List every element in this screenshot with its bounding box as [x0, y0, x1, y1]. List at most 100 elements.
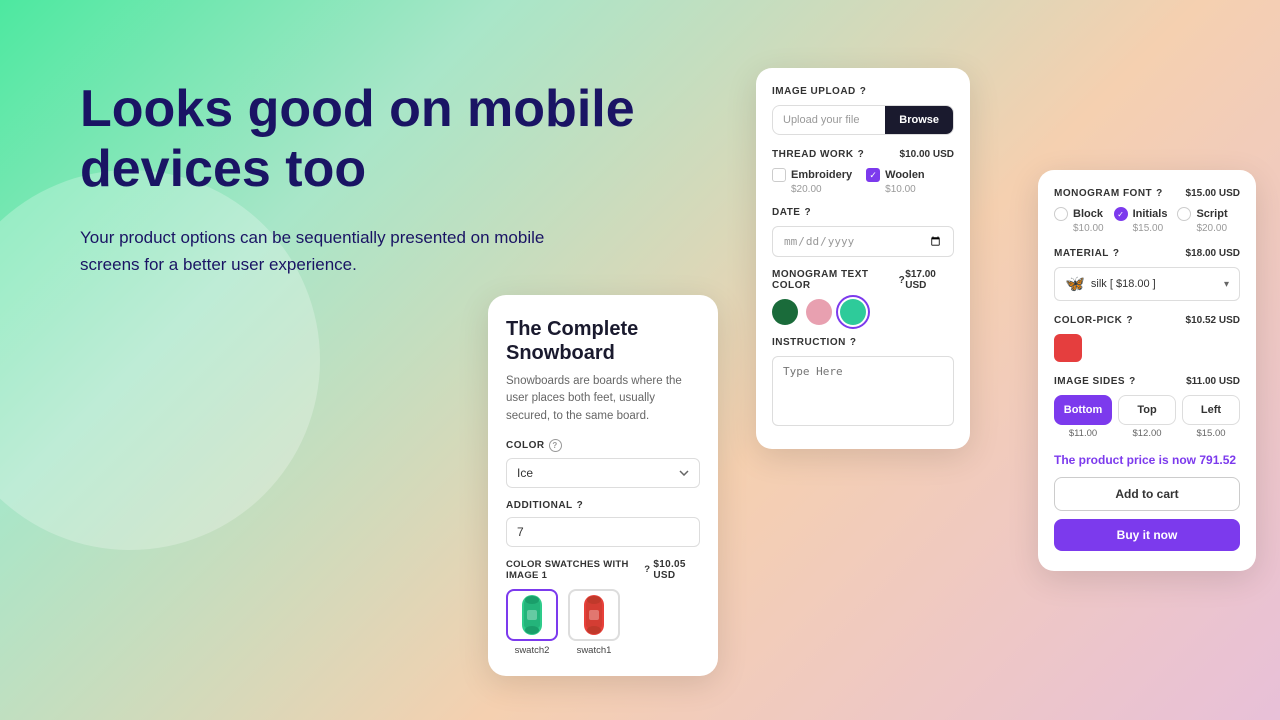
embroidery-option[interactable]: Embroidery $20.00 — [772, 168, 852, 195]
additional-label: ADDITIONAL ? — [506, 500, 700, 511]
material-select[interactable]: 🦋 silk [ $18.00 ] ▾ — [1054, 267, 1240, 301]
upload-card: IMAGE UPLOAD ? Upload your file Browse T… — [756, 68, 970, 449]
monogram-color-info-icon: ? — [899, 275, 906, 286]
monogram-font-label: MONOGRAM FONT ? — [1054, 188, 1163, 199]
color-pick-price: $10.52 USD — [1186, 315, 1240, 326]
left-button[interactable]: Left — [1182, 395, 1240, 425]
color-label: COLOR ? — [506, 439, 700, 452]
swatch-1-label: swatch2 — [515, 645, 550, 656]
swatches-row: swatch2 swatch1 — [506, 589, 700, 656]
thread-header: THREAD WORK ? $10.00 USD — [772, 149, 954, 160]
embroidery-label: Embroidery — [791, 169, 852, 181]
color-info-icon: ? — [549, 439, 562, 452]
monogram-color-header: MONOGRAM TEXT COLOR ? $17.00 USD — [772, 269, 954, 291]
swatch-item-1[interactable]: swatch2 — [506, 589, 558, 656]
color-teal-dot[interactable] — [840, 299, 866, 325]
woolen-option[interactable]: Woolen $10.00 — [866, 168, 925, 195]
material-label: MATERIAL ? — [1054, 248, 1120, 259]
instruction-textarea[interactable] — [772, 356, 954, 426]
monogram-font-info-icon: ? — [1156, 188, 1163, 199]
additional-info-icon: ? — [577, 500, 584, 511]
thread-info-icon: ? — [858, 149, 865, 160]
script-option[interactable]: Script $20.00 — [1177, 207, 1227, 234]
image-sides-header: IMAGE SIDES ? $11.00 USD — [1054, 376, 1240, 387]
thread-section: THREAD WORK ? $10.00 USD Embroidery $20.… — [772, 149, 954, 195]
script-radio[interactable] — [1177, 207, 1191, 221]
color-pick-header: COLOR-PICK ? $10.52 USD — [1054, 315, 1240, 326]
material-icon: 🦋 — [1065, 274, 1085, 294]
additional-input[interactable] — [506, 517, 700, 547]
thread-price: $10.00 USD — [900, 149, 954, 160]
monogram-color-section: MONOGRAM TEXT COLOR ? $17.00 USD — [772, 269, 954, 325]
top-price: $12.00 — [1118, 428, 1176, 439]
left-content: Looks good on mobile devices too Your pr… — [80, 80, 640, 278]
color-pick-info-icon: ? — [1126, 315, 1133, 326]
date-label: DATE ? — [772, 207, 811, 218]
bottom-price: $11.00 — [1054, 428, 1112, 439]
mobile-card: The Complete Snowboard Snowboards are bo… — [488, 295, 718, 676]
color-green-dot[interactable] — [772, 299, 798, 325]
swatch-2-label: swatch1 — [577, 645, 612, 656]
instruction-info-icon: ? — [850, 337, 857, 348]
initials-label: Initials — [1133, 208, 1168, 220]
top-button[interactable]: Top — [1118, 395, 1176, 425]
monogram-color-label: MONOGRAM TEXT COLOR ? — [772, 269, 905, 291]
script-label: Script — [1196, 208, 1227, 220]
instruction-header: INSTRUCTION ? — [772, 337, 954, 348]
woolen-label: Woolen — [885, 169, 925, 181]
material-info-icon: ? — [1113, 248, 1120, 259]
embroidery-checkbox[interactable] — [772, 168, 786, 182]
price-value: 791.52 — [1199, 453, 1236, 467]
browse-button[interactable]: Browse — [885, 106, 953, 134]
left-price: $15.00 — [1182, 428, 1240, 439]
monogram-font-header: MONOGRAM FONT ? $15.00 USD — [1054, 188, 1240, 199]
price-now: The product price is now 791.52 — [1054, 453, 1240, 467]
image-sides-options: Bottom Top Left — [1054, 395, 1240, 425]
initials-price: $15.00 — [1114, 223, 1164, 234]
monogram-color-price: $17.00 USD — [905, 269, 954, 291]
image-upload-info-icon: ? — [860, 86, 867, 97]
instruction-label: INSTRUCTION ? — [772, 337, 856, 348]
swatch-item-2[interactable]: swatch1 — [568, 589, 620, 656]
color-pick-dot[interactable] — [1054, 334, 1082, 362]
add-to-cart-button[interactable]: Add to cart — [1054, 477, 1240, 511]
snowboard-green-icon — [514, 592, 550, 638]
initials-radio[interactable] — [1114, 207, 1128, 221]
bottom-button[interactable]: Bottom — [1054, 395, 1112, 425]
block-option[interactable]: Block $10.00 — [1054, 207, 1104, 234]
material-value: silk [ $18.00 ] — [1091, 278, 1218, 290]
initials-option[interactable]: Initials $15.00 — [1114, 207, 1168, 234]
snowboard-red-icon — [576, 592, 612, 638]
right-card: MONOGRAM FONT ? $15.00 USD Block $10.00 … — [1038, 170, 1256, 571]
color-pink-dot[interactable] — [806, 299, 832, 325]
color-swatch-row — [772, 299, 954, 325]
swatch-img-1[interactable] — [506, 589, 558, 641]
instruction-section: INSTRUCTION ? — [772, 337, 954, 431]
material-chevron-icon: ▾ — [1224, 279, 1229, 290]
swatch-img-2[interactable] — [568, 589, 620, 641]
upload-placeholder: Upload your file — [773, 106, 885, 134]
sub-text: Your product options can be sequentially… — [80, 224, 560, 278]
image-sides-label: IMAGE SIDES ? — [1054, 376, 1136, 387]
color-pick-label: COLOR-PICK ? — [1054, 315, 1133, 326]
thread-options: Embroidery $20.00 Woolen $10.00 — [772, 168, 954, 195]
side-prices: $11.00 $12.00 $15.00 — [1054, 428, 1240, 439]
color-select[interactable]: Ice — [506, 458, 700, 488]
image-sides-info-icon: ? — [1129, 376, 1136, 387]
monogram-font-price: $15.00 USD — [1186, 188, 1240, 199]
date-info-icon: ? — [804, 207, 811, 218]
date-header: DATE ? — [772, 207, 954, 218]
material-price: $18.00 USD — [1186, 248, 1240, 259]
image-upload-header: IMAGE UPLOAD ? — [772, 86, 954, 97]
woolen-checkbox[interactable] — [866, 168, 880, 182]
buy-now-button[interactable]: Buy it now — [1054, 519, 1240, 551]
date-input[interactable] — [772, 226, 954, 257]
font-options: Block $10.00 Initials $15.00 Script $20.… — [1054, 207, 1240, 234]
image-sides-price: $11.00 USD — [1186, 376, 1240, 387]
main-heading: Looks good on mobile devices too — [80, 80, 640, 200]
product-desc: Snowboards are boards where the user pla… — [506, 373, 700, 425]
block-price: $10.00 — [1054, 223, 1104, 234]
block-radio[interactable] — [1054, 207, 1068, 221]
block-label: Block — [1073, 208, 1103, 220]
product-title: The Complete Snowboard — [506, 317, 700, 365]
